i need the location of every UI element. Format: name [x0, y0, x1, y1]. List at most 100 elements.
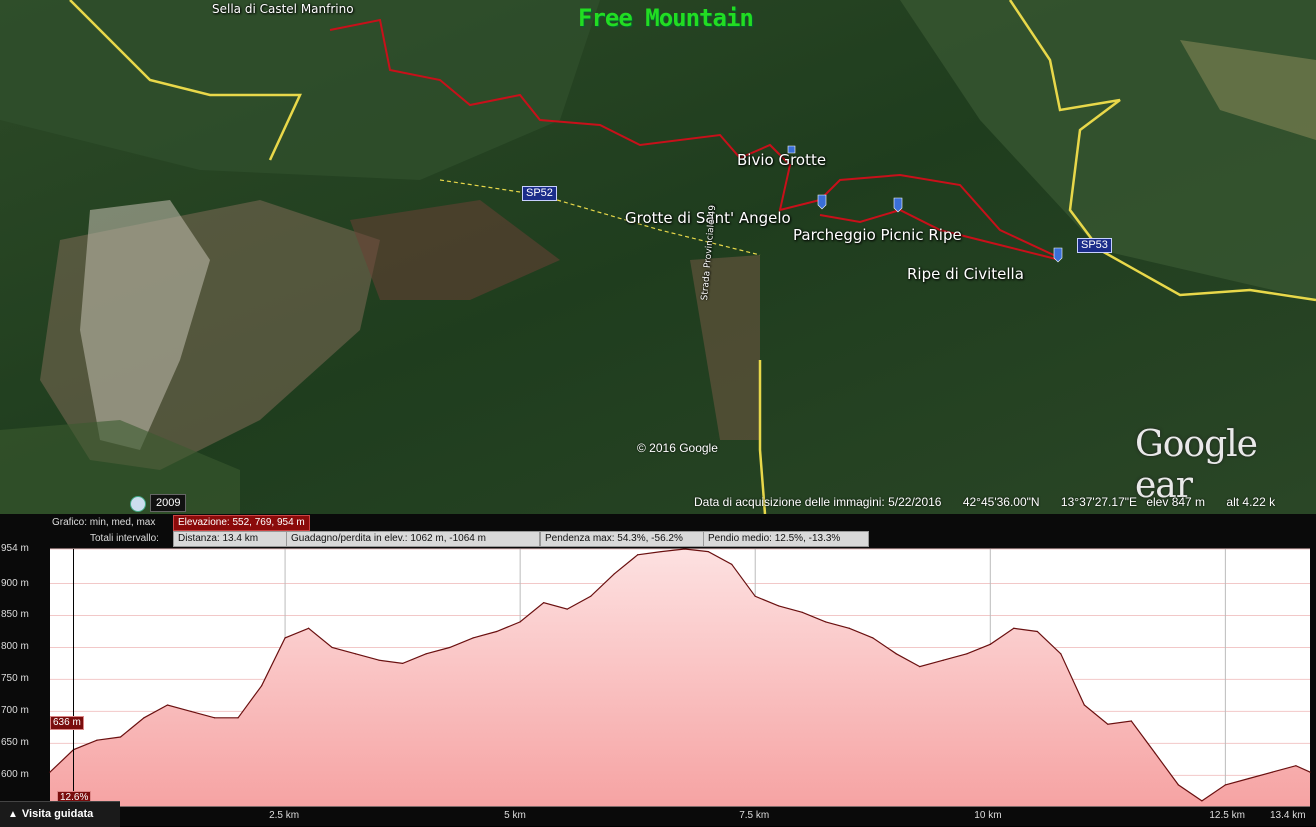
place-label-ripe: Ripe di Civitella — [907, 265, 1024, 283]
longitude-readout: 13°37'27.17"E — [1060, 495, 1137, 509]
elevation-point — [119, 736, 122, 738]
elevation-point — [496, 630, 498, 633]
road-shield-sp52: SP52 — [522, 186, 557, 201]
elevation-point — [1224, 784, 1226, 786]
guided-tour-label: Visita guidata — [21, 808, 94, 820]
elevation-gain-loss-stat[interactable]: Guadagno/perdita in elev.: 1062 m, -1064… — [286, 531, 540, 547]
elevation-point — [284, 637, 286, 639]
elevation-point — [1201, 800, 1203, 802]
elevation-point — [1013, 627, 1015, 629]
clock-icon — [130, 496, 146, 512]
max-slope-stat[interactable]: Pendenza max: 54.3%, -56.2% — [540, 531, 706, 547]
latitude-readout: 42°45'36.00"N — [962, 495, 1040, 509]
guided-tour-button[interactable]: ▲ Visita guidata — [0, 801, 120, 827]
x-tick-label: 5 km — [504, 810, 526, 821]
elevation-point — [919, 666, 921, 668]
distance-stat[interactable]: Distanza: 13.4 km — [173, 531, 287, 547]
y-tick-label: 800 m — [1, 641, 29, 653]
elevation-point — [190, 710, 192, 712]
x-tick-label: 7.5 km — [739, 810, 770, 821]
elevation-point — [260, 685, 263, 687]
elevation-point — [1060, 653, 1062, 655]
elevation-point — [1309, 771, 1311, 773]
elevation-point — [378, 659, 380, 661]
elevation-point — [96, 739, 98, 741]
y-tick-label: 600 m — [1, 769, 29, 781]
elevation-point — [425, 653, 427, 655]
elevation-point — [307, 627, 310, 629]
elevation-point — [613, 573, 615, 575]
elevation-point — [1083, 704, 1085, 706]
x-tick-label: 10 km — [974, 810, 1002, 821]
elevation-point — [872, 637, 874, 639]
elevation-point — [354, 653, 357, 655]
elevation-point — [519, 621, 521, 623]
y-tick-label: 954 m — [1, 543, 29, 554]
elevation-point — [49, 771, 51, 773]
copyright-text: © 2016 Google — [637, 441, 718, 455]
y-tick-label: 750 m — [1, 673, 29, 685]
elevation-point — [1130, 720, 1132, 722]
elevation-point — [825, 621, 827, 623]
altitude-readout: alt 4.22 k — [1226, 495, 1276, 509]
elevation-point — [1036, 630, 1038, 633]
place-label-sella: Sella di Castel Manfrino — [212, 2, 354, 16]
historical-imagery-button[interactable]: 2009 — [128, 494, 187, 512]
elevation-point — [449, 646, 451, 649]
elevation-point — [637, 554, 639, 556]
elevation-point — [1248, 777, 1250, 780]
elevation-point — [237, 717, 239, 719]
y-tick-label: 650 m — [1, 737, 29, 749]
elevation-point — [213, 717, 216, 719]
elevation-point — [590, 595, 592, 597]
x-tick-label: 13.4 km — [1270, 810, 1306, 821]
road-shield-sp53: SP53 — [1077, 238, 1112, 253]
elevation-point — [660, 550, 662, 553]
cursor-elevation-readout: 636 m — [50, 716, 84, 730]
y-tick-label: 700 m — [1, 705, 29, 717]
elevation-point — [707, 550, 709, 553]
elevation-point — [684, 548, 686, 550]
place-label-parcheggio: Parcheggio Picnic Ripe — [793, 226, 962, 244]
google-earth-logo: Google ear — [1135, 424, 1258, 506]
avg-slope-stat[interactable]: Pendio medio: 12.5%, -13.3% — [703, 531, 869, 547]
elevation-chart[interactable] — [0, 547, 1316, 826]
elevation-point — [848, 627, 850, 629]
elevation-profile-panel: Grafico: min, med, max Elevazione: 552, … — [0, 514, 1316, 826]
elevation-point — [1154, 752, 1156, 754]
elevation-point — [472, 637, 474, 639]
elevation-point — [402, 662, 404, 665]
elevation-point — [966, 653, 968, 655]
terrain-imagery — [0, 0, 1316, 514]
imagery-year: 2009 — [150, 494, 187, 512]
elevation-point — [166, 704, 169, 706]
elevation-point — [543, 602, 545, 604]
elevation-point — [1295, 765, 1297, 767]
satellite-map-view[interactable]: Free Mountain Sella di Castel Manfrino B… — [0, 0, 1316, 514]
elevation-point — [1177, 784, 1179, 786]
elevation-point — [801, 611, 803, 613]
elevation-readout: elev 847 m — [1146, 495, 1206, 509]
elevation-point — [989, 643, 991, 645]
acquisition-date: Data di acquisizione delle immagini: 5/2… — [694, 495, 942, 509]
x-tick-label: 2.5 km — [269, 810, 300, 821]
y-tick-label: 850 m — [1, 609, 29, 621]
elevation-point — [1271, 771, 1273, 773]
place-label-bivio: Bivio Grotte — [737, 151, 827, 169]
brand-watermark: Free Mountain — [578, 4, 754, 32]
x-tick-label: 12.5 km — [1209, 810, 1245, 821]
elevation-point — [942, 659, 944, 661]
elevation-point — [331, 646, 333, 649]
elevation-point — [895, 653, 897, 655]
elevation-point — [1107, 723, 1109, 725]
status-bar: Data di acquisizione delle immagini: 5/2… — [694, 495, 1293, 509]
interval-totals-label: Totali intervallo: — [90, 533, 159, 544]
elevation-point — [143, 717, 145, 719]
elevation-point — [778, 605, 780, 607]
elevation-stats[interactable]: Elevazione: 552, 769, 954 m — [173, 515, 310, 531]
elevation-point — [731, 563, 733, 565]
graph-stats-label: Grafico: min, med, max — [52, 517, 156, 528]
chevron-up-icon: ▲ — [8, 809, 18, 820]
elevation-point — [754, 595, 756, 597]
y-tick-label: 900 m — [1, 577, 29, 589]
